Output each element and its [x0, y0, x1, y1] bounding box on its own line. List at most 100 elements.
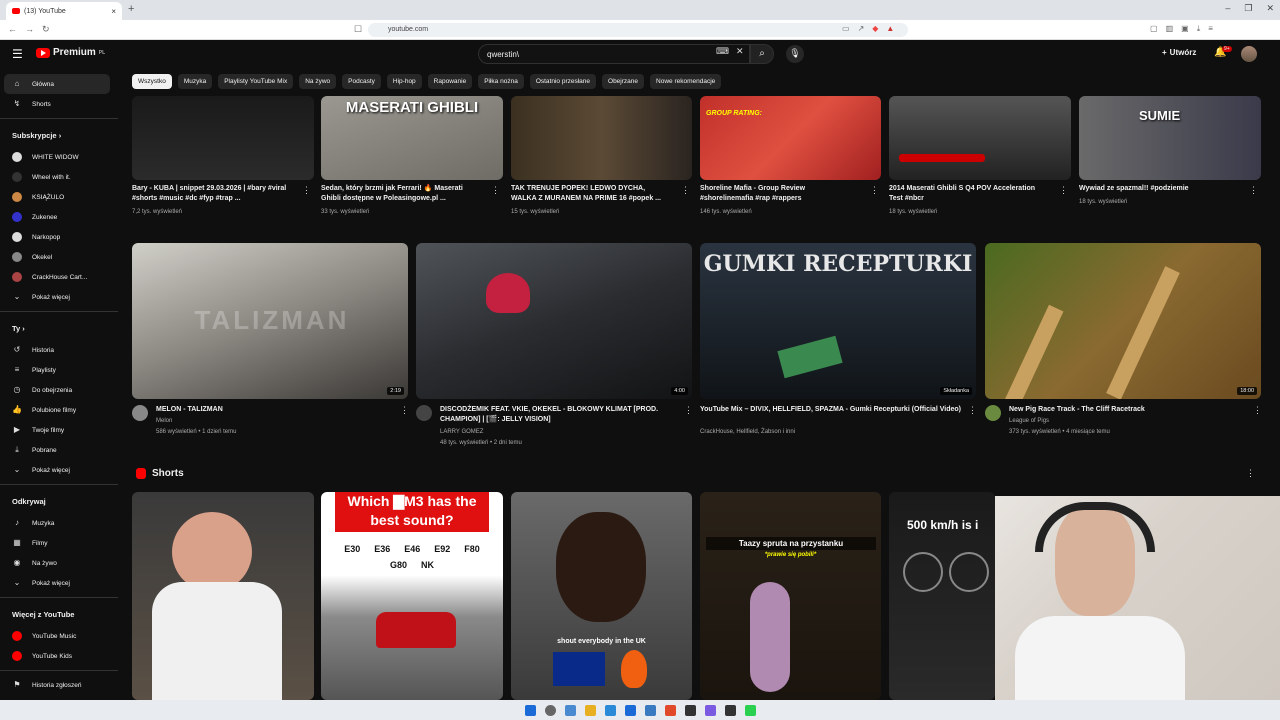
video-thumbnail[interactable] — [511, 96, 692, 180]
video-menu-icon[interactable]: ⋮ — [1059, 185, 1068, 196]
sidebar-item-explore[interactable]: ◉ Na żywo — [0, 553, 118, 573]
chip-5[interactable]: Podcasty — [342, 74, 381, 89]
video-title[interactable]: Sedan, który brzmi jak Ferrari! 🔥 Masera… — [321, 184, 481, 204]
video-thumbnail[interactable]: 4:00 — [416, 243, 692, 399]
channel-avatar[interactable] — [416, 405, 432, 421]
voice-search-button[interactable]: 🎙 — [786, 45, 804, 63]
new-tab-icon[interactable]: + — [128, 3, 134, 15]
video-thumbnail[interactable]: TALIZMAN 2:19 — [132, 243, 408, 399]
clear-search-icon[interactable]: ✕ — [736, 46, 744, 57]
sidebar-item-sub[interactable]: Narkopop — [0, 227, 118, 247]
video-menu-icon[interactable]: ⋮ — [870, 185, 879, 196]
terminal-icon[interactable] — [684, 704, 696, 716]
chip-8[interactable]: Piłka nożna — [478, 74, 524, 89]
sidebar-toggle-icon[interactable]: ▥ — [1166, 24, 1174, 34]
close-tab-icon[interactable]: × — [111, 7, 116, 16]
short-thumbnail[interactable]: shout everybody in the UK — [511, 492, 692, 700]
video-title[interactable]: Shoreline Mafia - Group Review #shorelin… — [700, 184, 860, 204]
sidebar-item-sub[interactable]: Okekel — [0, 247, 118, 267]
obs-icon[interactable] — [724, 704, 736, 716]
video-thumbnail[interactable]: GUMKI RECEPTURKI Składanka — [700, 243, 976, 399]
chip-2[interactable]: Muzyka — [177, 74, 213, 89]
hamburger-menu-icon[interactable]: ☰ — [12, 47, 23, 61]
shorts-more-icon[interactable]: ⋮ — [1246, 468, 1255, 479]
video-menu-icon[interactable]: ⋮ — [968, 405, 977, 416]
video-thumbnail[interactable] — [132, 96, 314, 180]
account-avatar[interactable] — [1241, 46, 1257, 62]
sidebar-item-youtube-music[interactable]: YouTube Music — [0, 626, 118, 646]
brave-icon[interactable] — [664, 704, 676, 716]
discord-icon[interactable] — [704, 704, 716, 716]
video-title[interactable]: MELON - TALIZMAN — [156, 405, 394, 415]
start-icon[interactable] — [524, 704, 536, 716]
channel-name[interactable]: LARRY GOMEZ — [440, 427, 483, 437]
channel-avatar[interactable] — [132, 405, 148, 421]
back-icon[interactable]: ← — [8, 24, 17, 35]
video-title[interactable]: YouTube Mix – DIVIX, HELLFIELD, SPAZMA -… — [700, 405, 962, 415]
sidebar-item-sub[interactable]: ⌄ Pokaż więcej — [0, 287, 118, 307]
video-title[interactable]: Wywiad ze spazmal!! #podziemie — [1079, 184, 1239, 194]
channel-avatar[interactable] — [985, 405, 1001, 421]
channel-name[interactable]: League of Pigs — [1009, 416, 1049, 426]
short-thumbnail[interactable]: Taazy spruta na przystanku *prawie się p… — [700, 492, 881, 700]
sidebar-item-sub[interactable]: Wheel with it. — [0, 167, 118, 187]
sidebar-item-sub[interactable]: KSIĄŻULO — [0, 187, 118, 207]
search-icon[interactable] — [544, 704, 556, 716]
sidebar-item-report-history[interactable]: ⚑ Historia zgłoszeń — [0, 675, 118, 695]
video-thumbnail[interactable]: GROUP RATING: — [700, 96, 881, 180]
sidebar-item-explore[interactable]: ♪ Muzyka — [0, 513, 118, 533]
shield-icon[interactable]: ◆ — [872, 24, 878, 33]
spotify-icon[interactable] — [744, 704, 756, 716]
channel-name[interactable]: CrackHouse, Hellfield, Żabson i inni — [700, 427, 795, 437]
video-menu-icon[interactable]: ⋮ — [400, 405, 409, 416]
subscriptions-header[interactable]: Subskrypcje › — [0, 123, 118, 147]
chip-6[interactable]: Hip-hop — [386, 74, 422, 89]
chip-1[interactable]: Wszystko — [132, 74, 172, 89]
create-button[interactable]: + Utwórz — [1162, 48, 1196, 57]
chip-4[interactable]: Na żywo — [299, 74, 337, 89]
folder-icon[interactable] — [584, 704, 596, 716]
video-title[interactable]: New Pig Race Track - The Cliff Racetrack — [1009, 405, 1247, 415]
menu-icon[interactable]: ≡ — [1208, 24, 1213, 34]
sidebar-item-you[interactable]: ◷ Do obejrzenia — [0, 380, 118, 400]
search-input[interactable]: qwerstin\ — [478, 44, 750, 64]
video-thumbnail[interactable]: 18:00 — [985, 243, 1261, 399]
sidebar-item-you[interactable]: ⌄ Pokaż więcej — [0, 460, 118, 480]
sidebar-item-sub[interactable]: CrackHouse Cart... — [0, 267, 118, 287]
video-menu-icon[interactable]: ⋮ — [681, 185, 690, 196]
sidebar-item-you[interactable]: ▶ Twoje filmy — [0, 420, 118, 440]
sidebar-item-you[interactable]: 👍 Polubione filmy — [0, 400, 118, 420]
short-thumbnail[interactable]: Which ▇M3 has the best sound? E30 E36 E46 E… — [321, 492, 503, 700]
chip-7[interactable]: Rapowanie — [427, 74, 473, 89]
video-thumbnail[interactable]: SUMIE — [1079, 96, 1261, 180]
forward-icon[interactable]: → — [25, 24, 34, 35]
sidebar-item-you[interactable]: ≡ Playlisty — [0, 360, 118, 380]
minimize-icon[interactable]: – — [1225, 3, 1230, 14]
video-menu-icon[interactable]: ⋮ — [1253, 405, 1262, 416]
video-title[interactable]: TAK TRENUJE POPEK! LEDWO DYCHA, WALKA Z … — [511, 184, 671, 204]
sidebar-item-home[interactable]: ⌂ Główna — [4, 74, 110, 94]
short-thumbnail[interactable] — [132, 492, 314, 700]
search-button[interactable]: ⌕ — [750, 44, 774, 64]
channel-name[interactable]: Melon — [156, 416, 172, 426]
chip-11[interactable]: Nowe rekomendacje — [650, 74, 722, 89]
sidebar-item-shorts[interactable]: ↯ Shorts — [0, 94, 118, 114]
url-field[interactable]: youtube.com — [368, 23, 908, 37]
maximize-icon[interactable]: ❐ — [1244, 3, 1252, 14]
share-icon[interactable]: ↗ — [858, 24, 865, 33]
you-header[interactable]: Ty › — [0, 316, 118, 340]
close-window-icon[interactable]: ✕ — [1266, 3, 1274, 14]
app-icon[interactable] — [644, 704, 656, 716]
keyboard-icon[interactable]: ⌨ — [716, 46, 729, 57]
video-menu-icon[interactable]: ⋮ — [302, 185, 311, 196]
chip-3[interactable]: Playlisty YouTube Mix — [218, 74, 294, 89]
video-menu-icon[interactable]: ⋮ — [491, 185, 500, 196]
browser-tab[interactable]: (13) YouTube × — [6, 2, 122, 20]
bookmark-icon[interactable]: ☐ — [354, 24, 362, 35]
video-title[interactable]: DISCODŻEMIK FEAT. VKIE, OKEKEL - BLOKOWY… — [440, 405, 678, 425]
video-thumbnail[interactable]: MASERATI GHIBLI — [321, 96, 503, 180]
video-title[interactable]: Bary - KUBA | snippet 29.03.2026 | #bary… — [132, 184, 292, 204]
video-menu-icon[interactable]: ⋮ — [684, 405, 693, 416]
sidebar-item-you[interactable]: ⤓ Pobrane — [0, 440, 118, 460]
sidebar-item-explore[interactable]: ⌄ Pokaż więcej — [0, 573, 118, 593]
